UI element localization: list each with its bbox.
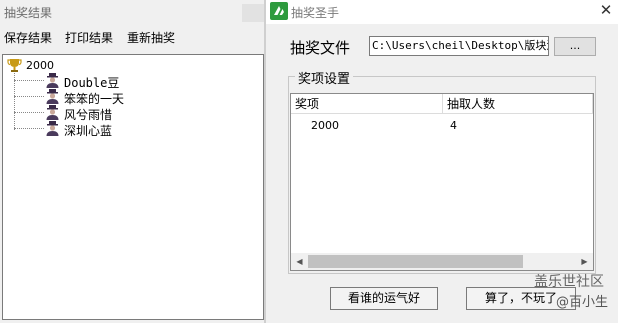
close-icon[interactable]: ✕ [596,0,616,20]
winner-name: 深圳心蓝 [64,124,113,138]
list-item[interactable]: 2000 4 [291,117,593,135]
prize-settings-label: 奖项设置 [295,68,354,87]
scroll-right-icon[interactable]: ▶ [576,253,593,270]
dialog-title: 抽奖圣手 [291,6,340,20]
results-window-title: 抽奖结果 [4,6,53,20]
file-path-field[interactable]: C:\Users\cheil\Desktop\版块活 [369,36,549,56]
tree-winner-item[interactable]: 笨笨的一天 [14,89,214,106]
menu-print-results[interactable]: 打印结果 [65,29,113,46]
scroll-thumb[interactable] [308,255,523,268]
column-header-prize[interactable]: 奖项 [291,94,443,114]
results-window: 抽奖结果 保存结果 打印结果 重新抽奖 2000 Double豆 笨笨的一天 风… [0,0,266,323]
draw-button[interactable]: 看谁的运气好 [330,287,438,310]
tree-winner-item[interactable]: 风兮雨惜 [14,105,214,122]
column-header-count[interactable]: 抽取人数 [443,94,593,114]
person-icon [46,121,59,136]
tree-winner-item[interactable]: Double豆 [14,73,214,90]
person-icon [46,73,59,88]
tree-winner-item[interactable]: 深圳心蓝 [14,121,214,138]
count-value: 4 [450,119,457,132]
tree-root-label: 2000 [26,59,54,72]
dialog-title-bar: 抽奖圣手 ✕ [266,0,618,24]
prize-list-header: 奖项 抽取人数 [291,94,593,114]
person-icon [46,89,59,104]
trophy-icon [7,59,22,72]
menu-redraw[interactable]: 重新抽奖 [127,29,175,46]
prize-value: 2000 [311,119,339,132]
results-tree[interactable]: 2000 Double豆 笨笨的一天 风兮雨惜 深圳心蓝 [2,54,264,320]
file-label: 抽奖文件 [290,39,351,57]
browse-button[interactable]: ... [554,37,596,56]
person-icon [46,105,59,120]
menu-save-results[interactable]: 保存结果 [4,29,52,46]
watermark-author: @百小生 [556,295,609,310]
app-icon [270,2,288,20]
title-bar-button[interactable] [242,4,264,22]
scroll-left-icon[interactable]: ◀ [291,253,308,270]
horizontal-scrollbar[interactable]: ◀ ▶ [291,253,593,270]
watermark-site: 盖乐世社区 [534,274,604,290]
prize-list[interactable]: 奖项 抽取人数 2000 4 ◀ ▶ [290,93,594,271]
results-menu-bar: 保存结果 打印结果 重新抽奖 [0,26,266,46]
